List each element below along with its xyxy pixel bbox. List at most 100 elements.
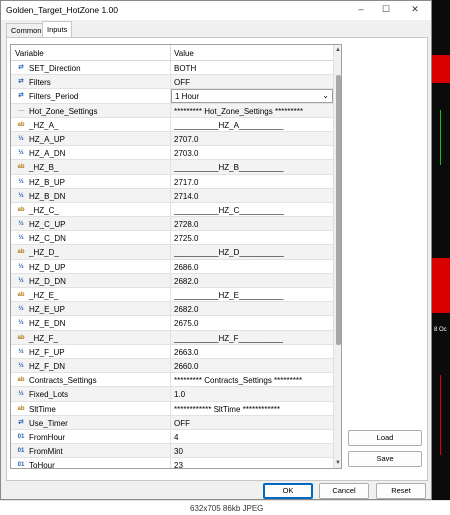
variable-name: HZ_A_DN	[29, 149, 66, 159]
tab-common[interactable]: Common	[6, 23, 47, 37]
table-row[interactable]: ½ HZ_F_UP 2663.0	[11, 344, 333, 359]
value-field[interactable]: 2707.0	[174, 135, 198, 144]
column-divider	[170, 458, 171, 468]
table-row[interactable]: ½ HZ_C_UP 2728.0	[11, 217, 333, 232]
save-button[interactable]: Save	[348, 451, 422, 467]
chevron-down-icon[interactable]: ⌄	[322, 91, 329, 100]
table-row[interactable]: 01 FromMint 30	[11, 444, 333, 459]
value-field[interactable]: __________HZ_F__________	[174, 334, 283, 343]
value-field[interactable]: 2686.0	[174, 263, 198, 272]
value-field[interactable]: __________HZ_A__________	[174, 121, 283, 130]
value-field[interactable]: 4	[174, 433, 178, 442]
value-field[interactable]: __________HZ_D__________	[174, 248, 284, 257]
half-icon: ½	[18, 149, 24, 157]
chart-red-candle	[440, 375, 441, 455]
scroll-down-icon[interactable]: ▼	[335, 460, 341, 466]
variable-name: HZ_B_DN	[29, 191, 66, 201]
value-field[interactable]: 2660.0	[174, 362, 198, 371]
tab-inputs[interactable]: Inputs	[42, 21, 73, 37]
vertical-scrollbar[interactable]: ▲ ▼	[333, 45, 341, 468]
column-header-value[interactable]: Value	[174, 49, 194, 58]
table-row[interactable]: ab _HZ_E_ __________HZ_E__________	[11, 288, 333, 303]
cancel-button[interactable]: Cancel	[319, 483, 369, 499]
scroll-up-icon[interactable]: ▲	[335, 47, 341, 53]
table-row[interactable]: ½ HZ_F_DN 2660.0	[11, 358, 333, 374]
table-row[interactable]: ½ HZ_E_DN 2675.0	[11, 316, 333, 331]
ab-icon: ab	[17, 249, 25, 256]
table-row[interactable]: ⇄ Filters OFF	[11, 75, 333, 90]
value-field[interactable]: OFF	[174, 78, 190, 87]
value-field[interactable]: 1.0	[174, 390, 185, 399]
table-row[interactable]: ab _HZ_A_ __________HZ_A__________	[11, 117, 333, 132]
half-icon: ½	[18, 134, 24, 142]
table-row[interactable]: ab SltTime ************ SltTime **********…	[11, 401, 333, 416]
value-field[interactable]: 23	[174, 461, 183, 468]
table-row[interactable]: ab _HZ_B_ __________HZ_B__________	[11, 160, 333, 175]
variable-name: _HZ_B_	[29, 163, 59, 173]
value-field[interactable]: 30	[174, 447, 183, 456]
scrollbar-thumb[interactable]	[336, 75, 341, 345]
value-field[interactable]: __________HZ_E__________	[174, 291, 283, 300]
table-row[interactable]: ½ HZ_A_UP 2707.0	[11, 131, 333, 147]
table-row[interactable]: ⇄ SET_Direction BOTH	[11, 61, 333, 76]
table-row[interactable]: ab _HZ_C_ __________HZ_C__________	[11, 202, 333, 218]
variable-name: Contracts_Settings	[29, 376, 97, 386]
variable-name: HZ_E_DN	[29, 319, 66, 329]
minimize-icon[interactable]: –	[351, 2, 371, 17]
value-field[interactable]: 2725.0	[174, 234, 198, 243]
value-field[interactable]: __________HZ_C__________	[174, 206, 284, 215]
value-field[interactable]: 2682.0	[174, 277, 198, 286]
ok-button[interactable]: OK	[263, 483, 313, 499]
ab-icon: ab	[17, 121, 25, 128]
value-field[interactable]: __________HZ_B__________	[174, 163, 283, 172]
column-divider	[170, 259, 171, 273]
table-row[interactable]: ½ HZ_A_DN 2703.0	[11, 146, 333, 161]
column-divider	[170, 273, 171, 287]
table-row[interactable]: ⇄ Filters_Period 1 Hour ⌄	[11, 89, 333, 104]
variable-name: Use_Timer	[29, 418, 68, 428]
value-field[interactable]: 2717.0	[174, 178, 198, 187]
maximize-icon[interactable]: ☐	[376, 2, 396, 17]
filters-period-select[interactable]: 1 Hour ⌄	[171, 89, 333, 104]
column-divider	[170, 401, 171, 415]
load-button[interactable]: Load	[348, 430, 422, 446]
half-icon: ½	[18, 191, 24, 199]
column-header-variable[interactable]: Variable	[15, 49, 44, 58]
value-field[interactable]: 2703.0	[174, 149, 198, 158]
value-field[interactable]: BOTH	[174, 64, 196, 73]
column-divider	[170, 117, 171, 131]
value-field[interactable]: ********* Contracts_Settings *********	[174, 376, 302, 385]
table-row[interactable]: ½ HZ_B_UP 2717.0	[11, 174, 333, 189]
table-row[interactable]: ½ HZ_D_UP 2686.0	[11, 259, 333, 274]
table-row[interactable]: ½ HZ_B_DN 2714.0	[11, 188, 333, 203]
table-row[interactable]: — Hot_Zone_Settings ********* Hot_Zone_Set…	[11, 103, 333, 118]
close-icon[interactable]: ✕	[405, 2, 425, 17]
value-field[interactable]: 2728.0	[174, 220, 198, 229]
variable-name: Filters	[29, 78, 51, 88]
value-field[interactable]: 2682.0	[174, 305, 198, 314]
variable-name: HZ_B_UP	[29, 177, 66, 187]
table-row[interactable]: ½ HZ_C_DN 2725.0	[11, 231, 333, 246]
column-divider	[170, 288, 171, 302]
value-field[interactable]: OFF	[174, 419, 190, 428]
table-row[interactable]: ½ HZ_E_UP 2682.0	[11, 302, 333, 317]
value-field[interactable]: ********* Hot_Zone_Settings *********	[174, 107, 303, 116]
table-row[interactable]: ab _HZ_F_ __________HZ_F__________	[11, 330, 333, 345]
chart-date-label: 8 Oc	[434, 327, 447, 333]
value-field[interactable]: ************ SltTime ************	[174, 405, 280, 414]
column-divider	[170, 188, 171, 202]
variable-name: _HZ_E_	[29, 291, 59, 300]
table-row[interactable]: ab _HZ_D_ __________HZ_D__________	[11, 245, 333, 260]
table-row[interactable]: 01 FromHour 4	[11, 429, 333, 445]
column-divider[interactable]	[170, 45, 171, 61]
table-row[interactable]: ab Contracts_Settings ********* Contracts_…	[11, 373, 333, 388]
value-field[interactable]: 2714.0	[174, 192, 198, 201]
value-field[interactable]: 2663.0	[174, 348, 198, 357]
column-divider	[170, 103, 171, 117]
value-field[interactable]: 2675.0	[174, 319, 198, 328]
reset-button[interactable]: Reset	[376, 483, 426, 499]
table-row[interactable]: 01 ToHour 23	[11, 458, 333, 468]
table-row[interactable]: ½ Fixed_Lots 1.0	[11, 387, 333, 402]
table-row[interactable]: ½ HZ_D_DN 2682.0	[11, 273, 333, 288]
table-row[interactable]: ⇄ Use_Timer OFF	[11, 415, 333, 430]
